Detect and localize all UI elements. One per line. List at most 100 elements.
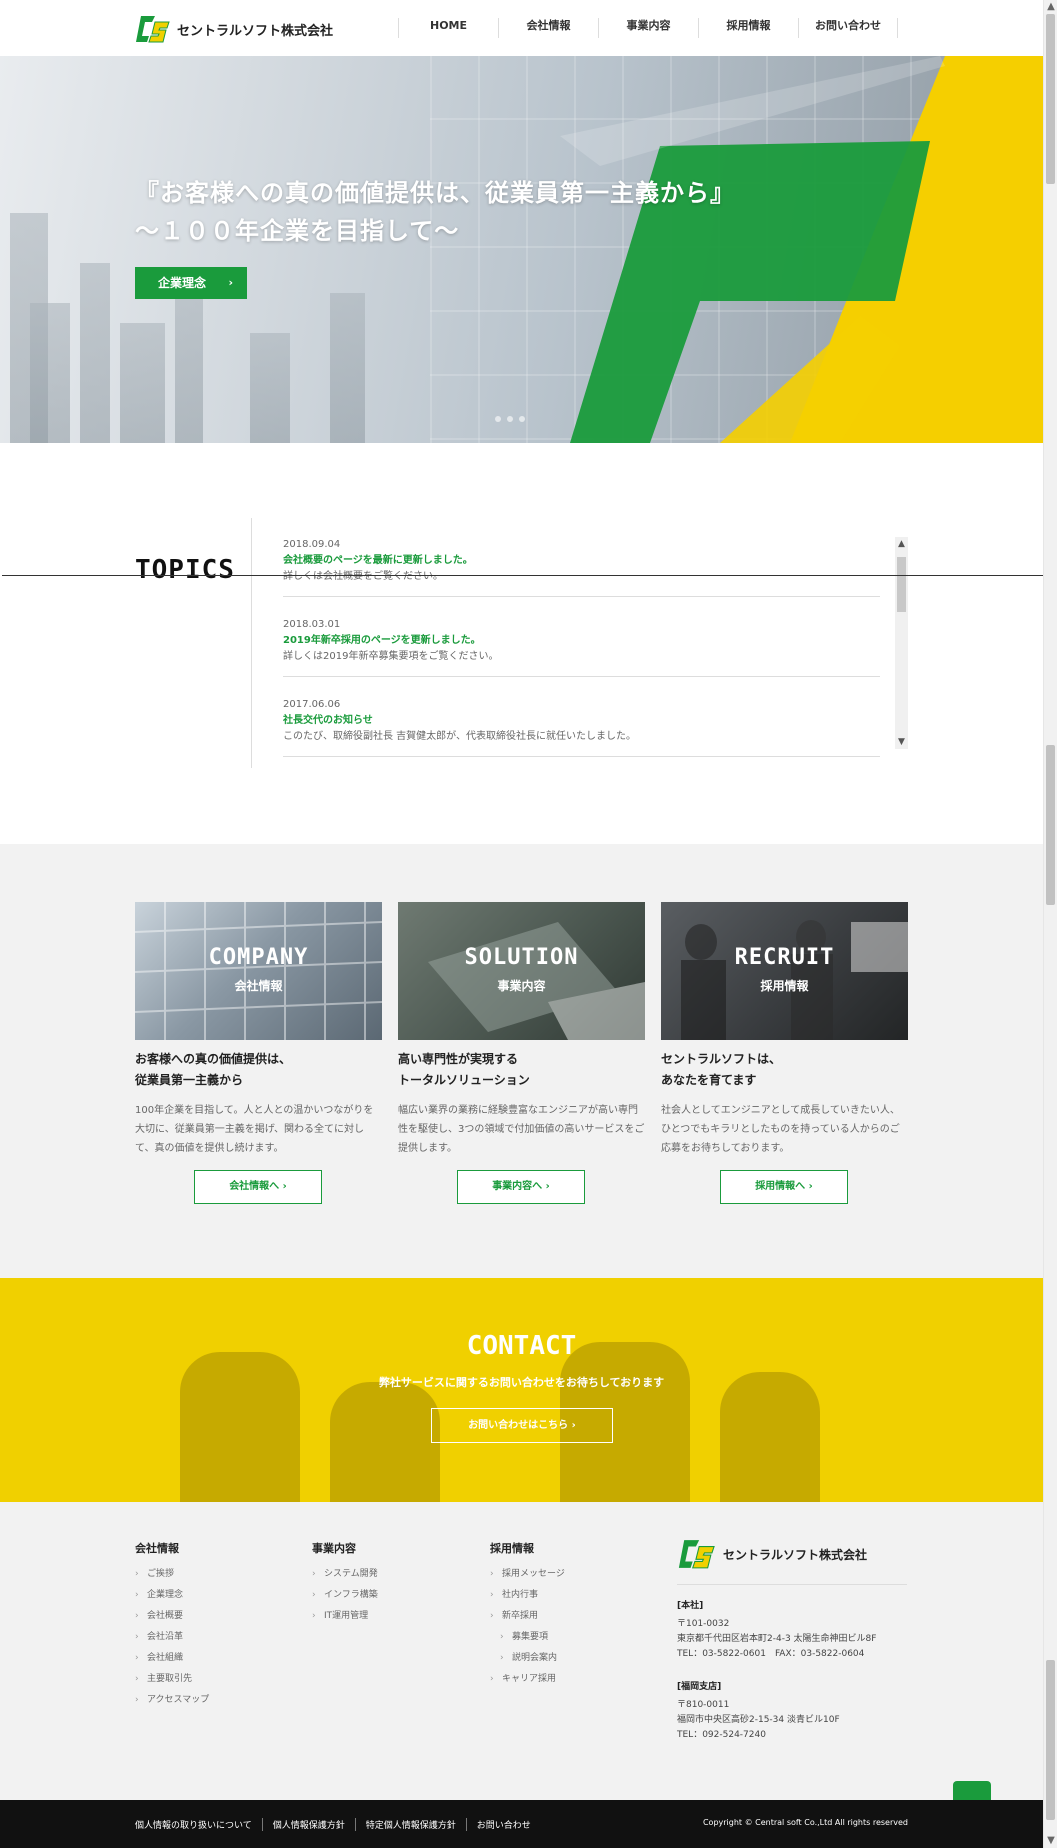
footer-link[interactable]: 会社組織 (135, 1648, 209, 1669)
footer-link[interactable]: システム開発 (312, 1564, 378, 1585)
card-en-title: SOLUTION (464, 945, 579, 970)
footer-link[interactable]: インフラ構築 (312, 1585, 378, 1606)
site-header: セントラルソフト株式会社 HOME 会社情報 事業内容 採用情報 お問い合わせ (0, 0, 1043, 56)
topic-item[interactable]: 2018.09.04 会社概要のページを最新に更新しました。 詳しくは会社概要を… (283, 537, 880, 597)
topics-scroll-thumb[interactable] (897, 557, 906, 612)
footer-contact-link[interactable]: お問い合わせ (465, 1818, 541, 1831)
card-description: 100年企業を目指して。人と人との温かいつながりを大切に、従業員第一主義を掲げ、… (135, 1105, 374, 1154)
card-lead: お客様への真の価値提供は、 従業員第一主義から (135, 1049, 382, 1091)
slider-dot[interactable] (495, 416, 501, 422)
footer-col-business: 事業内容 システム開発 インフラ構築 IT運用管理 (312, 1540, 378, 1627)
footer-logo[interactable]: セントラルソフト株式会社 (677, 1538, 907, 1585)
card-en-title: RECRUIT (734, 945, 835, 970)
footer-sublink[interactable]: 説明会案内 (490, 1648, 565, 1669)
footer-heading[interactable]: 会社情報 (135, 1540, 209, 1556)
office-line: TEL：092-524-7240 (677, 1730, 766, 1740)
company-info-button-label: 会社情報へ (229, 1181, 280, 1192)
card-lead: セントラルソフトは、 あなたを育てます (661, 1049, 908, 1091)
footer-heading[interactable]: 事業内容 (312, 1540, 378, 1556)
card-lead-line2: 従業員第一主義から (135, 1073, 244, 1087)
footer-company-info: セントラルソフト株式会社 [本社] 〒101-0032 東京都千代田区岩本町2-… (677, 1538, 907, 1743)
office-headquarters: [本社] 〒101-0032 東京都千代田区岩本町2-4-3 太陽生命神田ビル8… (677, 1599, 907, 1662)
topic-title[interactable]: 会社概要のページを最新に更新しました。 (283, 552, 880, 569)
footer-link[interactable]: ご挨拶 (135, 1564, 209, 1585)
contact-title: CONTACT (466, 1331, 577, 1361)
scroll-thumb[interactable] (1046, 1660, 1055, 1820)
scroll-up-icon[interactable]: ▲ (1044, 0, 1057, 14)
topics-scrollbar[interactable]: ▲ ▼ (895, 537, 908, 749)
footer-col-recruit: 採用情報 採用メッセージ 社内行事 新卒採用 募集要項 説明会案内 キャリア採用 (490, 1540, 565, 1690)
hero-slider: 『お客様への真の価値提供は、従業員第一主義から』 ～１００年企業を目指して～ 企… (0, 56, 1043, 443)
card-company-image[interactable]: COMPANY 会社情報 (135, 902, 382, 1040)
footer-link[interactable]: アクセスマップ (135, 1690, 209, 1711)
card-description: 幅広い業界の業務に経験豊富なエンジニアが高い専門性を駆使し、3つの領域で付加価値… (398, 1105, 645, 1154)
topic-body: 詳しくは会社概要をご覧ください。 (283, 571, 443, 582)
footer-link[interactable]: 会社沿革 (135, 1627, 209, 1648)
topic-title[interactable]: 社長交代のお知らせ (283, 712, 880, 729)
card-ja-title: 採用情報 (760, 979, 809, 993)
nav-business[interactable]: 事業内容 (598, 18, 698, 38)
topic-title[interactable]: 2019年新卒採用のページを更新しました。 (283, 632, 880, 649)
global-nav: HOME 会社情報 事業内容 採用情報 お問い合わせ (398, 18, 898, 38)
scroll-thumb[interactable] (1046, 14, 1055, 184)
privacy-handling-link[interactable]: 個人情報の取り扱いについて (135, 1818, 262, 1831)
recruit-info-button[interactable]: 採用情報へ › (720, 1170, 848, 1204)
footer-link[interactable]: 企業理念 (135, 1585, 209, 1606)
card-recruit: RECRUIT 採用情報 セントラルソフトは、 あなたを育てます 社会人としてエ… (661, 902, 908, 1204)
nav-home[interactable]: HOME (398, 18, 498, 38)
card-lead-line1: 高い専門性が実現する (398, 1052, 519, 1066)
contact-bg-silhouette (330, 1382, 440, 1502)
philosophy-button[interactable]: 企業理念 › (135, 267, 247, 299)
business-info-button-label: 事業内容へ (492, 1181, 543, 1192)
hero-catch-line1: 『お客様への真の価値提供は、従業員第一主義から』 (135, 179, 735, 207)
footer-link[interactable]: 採用メッセージ (490, 1564, 565, 1585)
contact-button[interactable]: お問い合わせはこちら › (431, 1408, 613, 1443)
topic-item[interactable]: 2018.03.01 2019年新卒採用のページを更新しました。 詳しくは201… (283, 617, 880, 677)
specific-privacy-policy-link[interactable]: 特定個人情報保護方針 (354, 1818, 466, 1831)
site-logo[interactable]: セントラルソフト株式会社 (135, 14, 333, 44)
topic-item[interactable]: 2017.06.06 社長交代のお知らせ このたび、取締役副社長 吉賀健太郎が、… (283, 697, 880, 757)
nav-recruit[interactable]: 採用情報 (698, 18, 798, 38)
card-lead-line2: トータルソリューション (398, 1073, 530, 1087)
company-name: セントラルソフト株式会社 (177, 23, 334, 39)
business-info-button[interactable]: 事業内容へ › (457, 1170, 585, 1204)
contact-subtitle: 弊社サービスに関するお問い合わせをお待ちしております (378, 1376, 665, 1389)
footer-link[interactable]: 会社概要 (135, 1606, 209, 1627)
company-info-button[interactable]: 会社情報へ › (194, 1170, 322, 1204)
slider-dot[interactable] (507, 416, 513, 422)
footer-link[interactable]: 社内行事 (490, 1585, 565, 1606)
footer-link[interactable]: 主要取引先 (135, 1669, 209, 1690)
footer-sublink[interactable]: 募集要項 (490, 1627, 565, 1648)
office-heading: [福岡支店] (677, 1682, 722, 1692)
topics-divider (251, 518, 252, 768)
nav-contact[interactable]: お問い合わせ (798, 18, 898, 38)
recruit-info-button-label: 採用情報へ (755, 1181, 806, 1192)
scroll-down-icon[interactable]: ▼ (1044, 1834, 1057, 1848)
footer-link[interactable]: キャリア採用 (490, 1669, 565, 1690)
slider-dot[interactable] (519, 416, 525, 422)
footer-link[interactable]: 新卒採用 (490, 1606, 565, 1627)
page-scrollbar[interactable]: ▲ ▼ (1043, 0, 1057, 1848)
card-ja-title: 会社情報 (234, 979, 283, 993)
footer-link[interactable]: IT運用管理 (312, 1606, 378, 1627)
scroll-up-icon[interactable]: ▲ (895, 539, 908, 549)
topics-heading: TOPICS (135, 555, 235, 585)
slider-dots (495, 416, 525, 422)
laptop-icon (428, 922, 645, 1040)
scroll-down-icon[interactable]: ▼ (895, 737, 908, 747)
privacy-policy-link[interactable]: 個人情報保護方針 (261, 1818, 355, 1831)
office-fukuoka: [福岡支店] 〒810-0011 福岡市中央区高砂2-15-34 淡青ビル10F… (677, 1680, 907, 1743)
card-description: 社会人としてエンジニアとして成長していきたい人、ひとつでもキラリとしたものを持っ… (661, 1105, 900, 1154)
scroll-thumb[interactable] (1046, 745, 1055, 905)
footer-heading[interactable]: 採用情報 (490, 1540, 565, 1556)
guide-line (2, 575, 1057, 576)
card-ja-title: 事業内容 (497, 979, 546, 993)
nav-company[interactable]: 会社情報 (498, 18, 598, 38)
contact-bg-silhouette (720, 1372, 820, 1502)
card-recruit-image[interactable]: RECRUIT 採用情報 (661, 902, 908, 1040)
office-heading: [本社] (677, 1601, 704, 1611)
card-solution-image[interactable]: SOLUTION 事業内容 (398, 902, 645, 1040)
site-footer: 会社情報 ご挨拶 企業理念 会社概要 会社沿革 会社組織 主要取引先 アクセスマ… (0, 1502, 1043, 1800)
card-lead-line2: あなたを育てます (661, 1073, 757, 1087)
topic-body: このたび、取締役副社長 吉賀健太郎が、代表取締役社長に就任いたしました。 (283, 731, 636, 742)
